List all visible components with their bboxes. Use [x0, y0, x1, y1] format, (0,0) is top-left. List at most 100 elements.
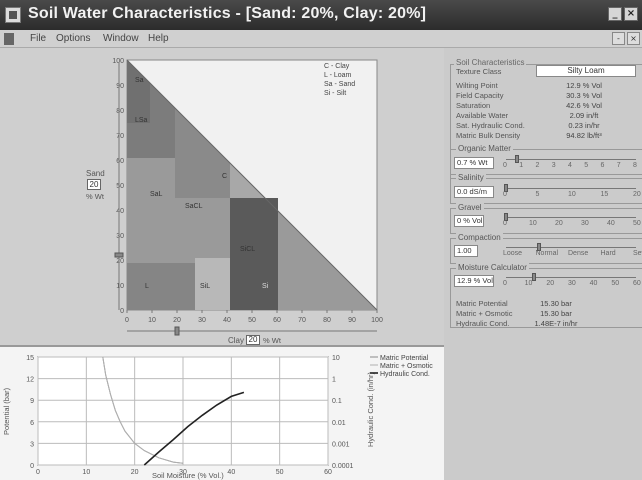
chart-x-tick-label: 10 — [82, 469, 90, 476]
texture-class-label: Texture Class — [456, 67, 502, 76]
chart-x-tick-label: 0 — [36, 469, 40, 476]
moisture-slider-thumb[interactable] — [531, 273, 536, 281]
slider-tick-label: 6 — [600, 162, 605, 169]
mdi-close-button[interactable]: × — [627, 32, 640, 45]
salinity-input[interactable]: 0.0 dS/m — [454, 186, 494, 198]
organic-matter-input[interactable]: 0.7 % Wt — [454, 157, 494, 169]
clay-input[interactable]: 20 — [246, 335, 260, 345]
legend-silt: Si - Silt — [324, 90, 346, 97]
region-label-c: C — [222, 173, 227, 180]
sand-tick-label: 20 — [116, 258, 124, 265]
region-sicl — [230, 198, 278, 310]
legend-clay: C - Clay — [324, 63, 350, 70]
slider-tick-label: 15 — [600, 191, 609, 198]
slider-tick-label: 30 — [568, 280, 576, 287]
texture-triangle-svg[interactable]: Sa LSa SaL SaCL L SiL SiCL C Si C - Clay… — [0, 48, 444, 345]
sand-tick-label: 0 — [120, 308, 124, 315]
region-label-sicl: SiCL — [240, 246, 255, 253]
document-icon[interactable] — [4, 33, 14, 45]
compaction-slider[interactable] — [506, 247, 636, 248]
mdi-minimize-button[interactable]: - — [612, 32, 625, 45]
chart-y2-tick-label: 0.1 — [332, 398, 342, 405]
gravel-input[interactable]: 0 % Vol — [454, 215, 484, 227]
sat-hydraulic-cond-value: 0.23 in/hr — [568, 121, 600, 130]
salinity-slider[interactable] — [506, 188, 636, 189]
menu-options[interactable]: Options — [56, 33, 90, 44]
bulk-density-value: 94.82 lb/ft³ — [566, 131, 602, 140]
salinity-title: Salinity — [456, 173, 486, 182]
slider-tick-label: 2 — [535, 162, 540, 169]
menu-help[interactable]: Help — [148, 33, 169, 44]
slider-tick-label: 7 — [616, 162, 621, 169]
app-icon[interactable] — [5, 7, 21, 23]
clay-unit: % Wt — [263, 336, 281, 345]
sand-input[interactable]: 20 — [87, 179, 101, 190]
slider-tick-label: Dense — [568, 250, 589, 257]
texture-class-value: Silty Loam — [536, 65, 636, 77]
soil-characteristics-title: Soil Characteristics — [454, 58, 527, 67]
slider-tick-label: 60 — [633, 280, 641, 287]
slider-tick-label: 20 — [633, 191, 641, 198]
slider-tick-label: 20 — [546, 280, 555, 287]
moisture-slider[interactable] — [506, 277, 636, 278]
slider-tick-label: 0 — [503, 191, 507, 198]
moisture-chart: Soil Moisture (% Vol.) Potential (bar) H… — [2, 355, 433, 480]
chart-y-tick-label: 12 — [26, 377, 34, 384]
field-capacity-value: 30.3 % Vol — [566, 91, 602, 100]
clay-label: Clay — [228, 336, 245, 345]
chart-y2-label: Hydraulic Cond. (in/hr) — [366, 371, 375, 447]
chart-y-tick-label: 0 — [30, 463, 34, 470]
gravel-slider[interactable] — [506, 217, 636, 218]
clay-slider-thumb[interactable] — [174, 326, 180, 336]
chart-y-label: Potential (bar) — [2, 387, 11, 435]
slider-tick-label: 50 — [633, 220, 641, 227]
sand-tick-label: 60 — [116, 158, 124, 165]
wilting-point-value: 12.9 % Vol — [566, 81, 602, 90]
slider-tick-label: 10 — [524, 280, 533, 287]
slider-tick-label: 40 — [589, 280, 598, 287]
clay-tick-label: 50 — [248, 317, 256, 324]
sand-tick-label: 100 — [112, 58, 124, 65]
sand-tick-label: 70 — [116, 133, 124, 140]
available-water-label: Available Water — [456, 111, 509, 120]
organic-matter-slider[interactable] — [506, 159, 636, 160]
region-label-sil: SiL — [200, 283, 210, 290]
clay-tick-label: 0 — [125, 317, 129, 324]
chart-y-tick-label: 15 — [26, 355, 34, 362]
moisture-input[interactable]: 12.9 % Vol — [454, 275, 494, 287]
chart-x-tick-label: 50 — [276, 469, 284, 476]
clay-tick-label: 60 — [273, 317, 281, 324]
sand-unit: % Wt — [86, 192, 104, 201]
wilting-point-label: Wilting Point — [456, 81, 498, 90]
organic-matter-title: Organic Matter — [456, 144, 513, 153]
slider-tick-label: 50 — [611, 280, 620, 287]
minimize-button[interactable]: _ — [608, 7, 622, 21]
texture-triangle-panel: Sa LSa SaL SaCL L SiL SiCL C Si C - Clay… — [0, 48, 444, 345]
slider-tick-label: 5 — [584, 162, 589, 169]
compaction-input[interactable]: 1.00 — [454, 245, 478, 257]
clay-tick-label: 30 — [198, 317, 206, 324]
close-button[interactable]: × — [624, 7, 638, 21]
menu-file[interactable]: File — [30, 33, 46, 44]
menu-window[interactable]: Window — [103, 33, 139, 44]
region-label-sa: Sa — [135, 77, 144, 84]
clay-tick-label: 80 — [323, 317, 331, 324]
chart-y2-tick-label: 0.001 — [332, 441, 350, 448]
slider-tick-label: 5 — [535, 191, 540, 198]
slider-tick-label: 10 — [568, 191, 576, 198]
chart-y2-tick-label: 1 — [332, 377, 336, 384]
window-title: Soil Water Characteristics - [Sand: 20%,… — [28, 5, 427, 22]
legend-sand: Sa - Sand — [324, 81, 355, 88]
chart-x-tick-label: 60 — [324, 469, 332, 476]
chart-x-label: Soil Moisture (% Vol.) — [152, 471, 224, 480]
moisture-calculator-title: Moisture Calculator — [456, 263, 529, 272]
chart-x-tick-label: 40 — [227, 469, 235, 476]
hydraulic-cond-label: Hydraulic Cond. — [456, 319, 510, 328]
slider-tick-label: Hard — [600, 250, 616, 257]
slider-tick-label: 20 — [555, 220, 563, 227]
region-loam — [127, 263, 195, 310]
compaction-title: Compaction — [456, 233, 503, 242]
chart-legend-label: Matric Potential — [380, 355, 429, 362]
sand-slider-thumb[interactable] — [114, 252, 124, 258]
matric-osmotic-label: Matric + Osmotic — [456, 309, 513, 318]
